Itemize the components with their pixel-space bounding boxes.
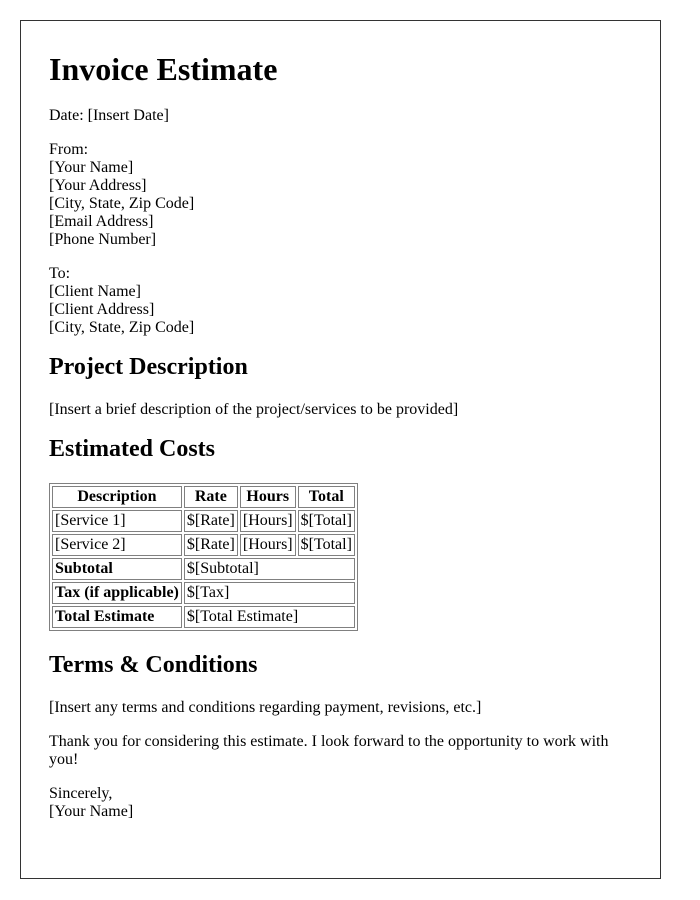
invoice-page: Invoice Estimate Date: [Insert Date] Fro…	[20, 20, 661, 879]
cell-hours: [Hours]	[239, 534, 296, 556]
from-block: From: [Your Name] [Your Address] [City, …	[49, 141, 632, 249]
to-address: [Client Address]	[49, 301, 155, 318]
date-line: Date: [Insert Date]	[49, 107, 169, 124]
project-text: [Insert a brief description of the proje…	[49, 401, 459, 418]
thanks-text: Thank you for considering this estimate.…	[49, 733, 609, 768]
to-city: [City, State, Zip Code]	[49, 319, 195, 336]
total-estimate-value: $[Total Estimate]	[183, 606, 355, 628]
signoff: Sincerely,	[49, 785, 113, 802]
costs-heading: Estimated Costs	[49, 436, 215, 462]
page-title: Invoice Estimate	[49, 51, 278, 87]
col-rate: Rate	[183, 486, 238, 508]
table-header-row: Description Rate Hours Total	[52, 486, 355, 508]
subtotal-label: Subtotal	[52, 558, 182, 580]
cell-rate: $[Rate]	[183, 510, 238, 532]
to-label: To:	[49, 265, 71, 282]
from-city: [City, State, Zip Code]	[49, 195, 195, 212]
subtotal-value: $[Subtotal]	[183, 558, 355, 580]
subtotal-row: Subtotal $[Subtotal]	[52, 558, 355, 580]
table-row: [Service 2] $[Rate] [Hours] $[Total]	[52, 534, 355, 556]
from-address: [Your Address]	[49, 177, 147, 194]
col-total: Total	[297, 486, 355, 508]
from-name: [Your Name]	[49, 159, 134, 176]
to-name: [Client Name]	[49, 283, 141, 300]
table-row: [Service 1] $[Rate] [Hours] $[Total]	[52, 510, 355, 532]
cell-total: $[Total]	[297, 510, 355, 532]
total-estimate-row: Total Estimate $[Total Estimate]	[52, 606, 355, 628]
from-phone: [Phone Number]	[49, 231, 157, 248]
signature-name: [Your Name]	[49, 803, 134, 820]
from-email: [Email Address]	[49, 213, 154, 230]
terms-text: [Insert any terms and conditions regardi…	[49, 699, 482, 716]
terms-heading: Terms & Conditions	[49, 652, 258, 678]
project-heading: Project Description	[49, 354, 248, 380]
col-hours: Hours	[239, 486, 296, 508]
total-estimate-label: Total Estimate	[52, 606, 182, 628]
to-block: To: [Client Name] [Client Address] [City…	[49, 265, 632, 337]
cell-description: [Service 2]	[52, 534, 182, 556]
tax-label: Tax (if applicable)	[52, 582, 182, 604]
costs-table: Description Rate Hours Total [Service 1]…	[49, 483, 358, 631]
tax-value: $[Tax]	[183, 582, 355, 604]
signature-block: Sincerely, [Your Name]	[49, 785, 632, 821]
col-description: Description	[52, 486, 182, 508]
cell-hours: [Hours]	[239, 510, 296, 532]
cell-rate: $[Rate]	[183, 534, 238, 556]
from-label: From:	[49, 141, 89, 158]
tax-row: Tax (if applicable) $[Tax]	[52, 582, 355, 604]
cell-total: $[Total]	[297, 534, 355, 556]
cell-description: [Service 1]	[52, 510, 182, 532]
